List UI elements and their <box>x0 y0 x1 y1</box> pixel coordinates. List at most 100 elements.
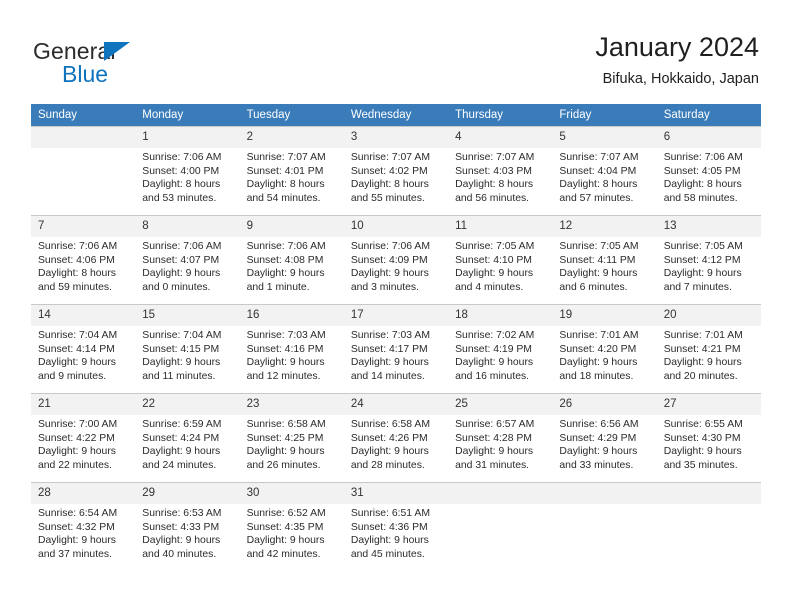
calendar-day-cell[interactable]: 5 Sunrise: 7:07 AM Sunset: 4:04 PM Daylight… <box>552 126 657 216</box>
sunrise-text: Sunrise: 6:51 AM <box>350 508 430 519</box>
calendar-day-cell[interactable]: 26 Sunrise: 6:56 AM Sunset: 4:29 PM Dayligh… <box>552 393 657 483</box>
daylight-text-line1: Daylight: 9 hours <box>142 268 221 280</box>
day-sun-info: Sunrise: 7:03 AM Sunset: 4:17 PM Daylight:… <box>344 326 448 383</box>
daylight-text-line2: and 59 minutes. <box>38 281 112 293</box>
sunset-text: Sunset: 4:02 PM <box>350 165 428 177</box>
sunrise-text: Sunrise: 6:58 AM <box>350 419 430 430</box>
daylight-text-line2: and 4 minutes. <box>455 281 524 293</box>
title-block: January 2024 Bifuka, Hokkaido, Japan <box>595 30 759 89</box>
calendar-day-cell[interactable]: 12 Sunrise: 7:05 AM Sunset: 4:11 PM Dayligh… <box>552 215 657 305</box>
calendar-day-cell[interactable]: 20 Sunrise: 7:01 AM Sunset: 4:21 PM Dayligh… <box>656 304 761 394</box>
general-blue-logo[interactable]: General Blue <box>33 38 243 90</box>
daylight-text-line1: Daylight: 9 hours <box>38 535 116 547</box>
sunset-text: Sunset: 4:03 PM <box>455 165 532 177</box>
daylight-text-line2: and 37 minutes. <box>38 548 112 560</box>
daylight-text-line2: and 56 minutes. <box>455 192 530 204</box>
day-number: 21 <box>31 394 136 415</box>
sunset-text: Sunset: 4:19 PM <box>455 343 532 355</box>
daylight-text-line1: Daylight: 8 hours <box>350 179 429 191</box>
calendar-day-cell[interactable]: 16 Sunrise: 7:03 AM Sunset: 4:16 PM Dayligh… <box>239 304 344 394</box>
calendar-day-cell[interactable]: 13 Sunrise: 7:05 AM Sunset: 4:12 PM Dayligh… <box>656 215 761 305</box>
calendar-day-cell[interactable]: 1 Sunrise: 7:06 AM Sunset: 4:00 PM Daylight… <box>135 126 240 216</box>
day-sun-info: Sunrise: 7:07 AM Sunset: 4:02 PM Daylight:… <box>344 148 448 205</box>
day-number <box>552 483 657 504</box>
calendar-day-cell[interactable]: 8 Sunrise: 7:06 AM Sunset: 4:07 PM Daylight… <box>135 215 240 305</box>
day-number: 5 <box>552 127 657 148</box>
sunset-text: Sunset: 4:24 PM <box>142 432 220 444</box>
calendar-day-cell[interactable]: 14 Sunrise: 7:04 AM Sunset: 4:14 PM Dayligh… <box>31 304 136 394</box>
sunrise-text: Sunrise: 7:07 AM <box>559 152 639 163</box>
daylight-text-line1: Daylight: 8 hours <box>246 179 325 191</box>
calendar-day-cell[interactable]: 6 Sunrise: 7:06 AM Sunset: 4:05 PM Daylight… <box>656 126 761 216</box>
calendar-day-cell[interactable]: 4 Sunrise: 7:07 AM Sunset: 4:03 PM Daylight… <box>448 126 553 216</box>
sunrise-text: Sunrise: 7:06 AM <box>350 241 430 252</box>
calendar-day-cell[interactable]: 10 Sunrise: 7:06 AM Sunset: 4:09 PM Dayligh… <box>343 215 449 305</box>
day-sun-info: Sunrise: 6:58 AM Sunset: 4:25 PM Daylight:… <box>240 415 344 472</box>
day-sun-info: Sunrise: 7:00 AM Sunset: 4:22 PM Daylight:… <box>31 415 135 472</box>
calendar-day-cell[interactable]: 18 Sunrise: 7:02 AM Sunset: 4:19 PM Dayligh… <box>448 304 553 394</box>
daylight-text-line1: Daylight: 9 hours <box>559 446 638 458</box>
calendar-day-cell[interactable]: 19 Sunrise: 7:01 AM Sunset: 4:20 PM Dayligh… <box>552 304 657 394</box>
daylight-text-line1: Daylight: 9 hours <box>350 446 429 458</box>
day-number <box>448 483 553 504</box>
daylight-text-line2: and 28 minutes. <box>350 459 425 471</box>
sunrise-text: Sunrise: 7:03 AM <box>246 330 326 341</box>
day-sun-info: Sunrise: 7:06 AM Sunset: 4:00 PM Daylight:… <box>135 148 239 205</box>
page-subtitle: Bifuka, Hokkaido, Japan <box>602 71 759 87</box>
calendar-day-cell[interactable]: 7 Sunrise: 7:06 AM Sunset: 4:06 PM Daylight… <box>31 215 136 305</box>
day-sun-info: Sunrise: 7:02 AM Sunset: 4:19 PM Daylight:… <box>448 326 552 383</box>
day-number: 9 <box>239 216 344 237</box>
calendar-day-cell[interactable]: 23 Sunrise: 6:58 AM Sunset: 4:25 PM Dayligh… <box>239 393 344 483</box>
daylight-text-line2: and 33 minutes. <box>559 459 634 471</box>
sunrise-text: Sunrise: 7:07 AM <box>350 152 430 163</box>
weekday-header-thursday: Thursday <box>448 104 553 127</box>
sunset-text: Sunset: 4:20 PM <box>559 343 637 355</box>
daylight-text-line1: Daylight: 9 hours <box>246 268 325 280</box>
day-sun-info: Sunrise: 6:56 AM Sunset: 4:29 PM Daylight:… <box>552 415 656 472</box>
sunset-text: Sunset: 4:17 PM <box>350 343 428 355</box>
calendar-page: General Blue January 2024 Bifuka, Hokkai… <box>0 0 792 612</box>
daylight-text-line1: Daylight: 9 hours <box>663 446 742 458</box>
day-sun-info: Sunrise: 7:05 AM Sunset: 4:10 PM Daylight:… <box>448 237 552 294</box>
calendar-day-cell[interactable]: 31 Sunrise: 6:51 AM Sunset: 4:36 PM Dayligh… <box>343 482 449 571</box>
calendar-day-cell[interactable]: 22 Sunrise: 6:59 AM Sunset: 4:24 PM Dayligh… <box>135 393 240 483</box>
calendar-day-cell[interactable]: 3 Sunrise: 7:07 AM Sunset: 4:02 PM Daylight… <box>343 126 449 216</box>
calendar-day-cell-empty <box>656 482 761 571</box>
sunset-text: Sunset: 4:15 PM <box>142 343 220 355</box>
day-sun-info: Sunrise: 7:06 AM Sunset: 4:07 PM Daylight:… <box>135 237 239 294</box>
sunrise-text: Sunrise: 6:57 AM <box>455 419 535 430</box>
sunset-text: Sunset: 4:00 PM <box>142 165 220 177</box>
daylight-text-line2: and 42 minutes. <box>246 548 321 560</box>
calendar-day-cell[interactable]: 28 Sunrise: 6:54 AM Sunset: 4:32 PM Dayligh… <box>31 482 136 571</box>
sunrise-text: Sunrise: 7:06 AM <box>38 241 118 252</box>
sunrise-text: Sunrise: 7:06 AM <box>663 152 743 163</box>
sunrise-text: Sunrise: 7:06 AM <box>246 241 326 252</box>
calendar-day-cell[interactable]: 25 Sunrise: 6:57 AM Sunset: 4:28 PM Dayligh… <box>448 393 553 483</box>
calendar-day-cell[interactable]: 30 Sunrise: 6:52 AM Sunset: 4:35 PM Dayligh… <box>239 482 344 571</box>
day-number: 24 <box>343 394 449 415</box>
calendar-day-cell[interactable]: 29 Sunrise: 6:53 AM Sunset: 4:33 PM Dayligh… <box>135 482 240 571</box>
daylight-text-line2: and 1 minute. <box>246 281 310 293</box>
calendar-day-cell[interactable]: 15 Sunrise: 7:04 AM Sunset: 4:15 PM Dayligh… <box>135 304 240 394</box>
sunset-text: Sunset: 4:30 PM <box>663 432 741 444</box>
daylight-text-line2: and 24 minutes. <box>142 459 217 471</box>
sunrise-text: Sunrise: 7:06 AM <box>142 152 222 163</box>
calendar-day-cell[interactable]: 11 Sunrise: 7:05 AM Sunset: 4:10 PM Dayligh… <box>448 215 553 305</box>
weekday-header-monday: Monday <box>135 104 240 127</box>
calendar-day-cell[interactable]: 27 Sunrise: 6:55 AM Sunset: 4:30 PM Dayligh… <box>656 393 761 483</box>
daylight-text-line1: Daylight: 8 hours <box>38 268 116 280</box>
sunrise-text: Sunrise: 7:00 AM <box>38 419 118 430</box>
calendar-week-row: 14 Sunrise: 7:04 AM Sunset: 4:14 PM Dayligh… <box>31 304 761 394</box>
daylight-text-line2: and 6 minutes. <box>559 281 628 293</box>
calendar-day-cell[interactable]: 21 Sunrise: 7:00 AM Sunset: 4:22 PM Dayligh… <box>31 393 136 483</box>
calendar-day-cell[interactable]: 2 Sunrise: 7:07 AM Sunset: 4:01 PM Daylight… <box>239 126 344 216</box>
calendar-day-cell[interactable]: 24 Sunrise: 6:58 AM Sunset: 4:26 PM Dayligh… <box>343 393 449 483</box>
day-sun-info: Sunrise: 6:52 AM Sunset: 4:35 PM Daylight:… <box>240 504 344 561</box>
calendar-day-cell[interactable]: 9 Sunrise: 7:06 AM Sunset: 4:08 PM Daylight… <box>239 215 344 305</box>
calendar-week-row: 1 Sunrise: 7:06 AM Sunset: 4:00 PM Daylight… <box>31 126 761 216</box>
day-number: 2 <box>239 127 344 148</box>
calendar-day-cell[interactable]: 17 Sunrise: 7:03 AM Sunset: 4:17 PM Dayligh… <box>343 304 449 394</box>
day-number: 7 <box>31 216 136 237</box>
daylight-text-line1: Daylight: 8 hours <box>559 179 638 191</box>
daylight-text-line2: and 57 minutes. <box>559 192 634 204</box>
